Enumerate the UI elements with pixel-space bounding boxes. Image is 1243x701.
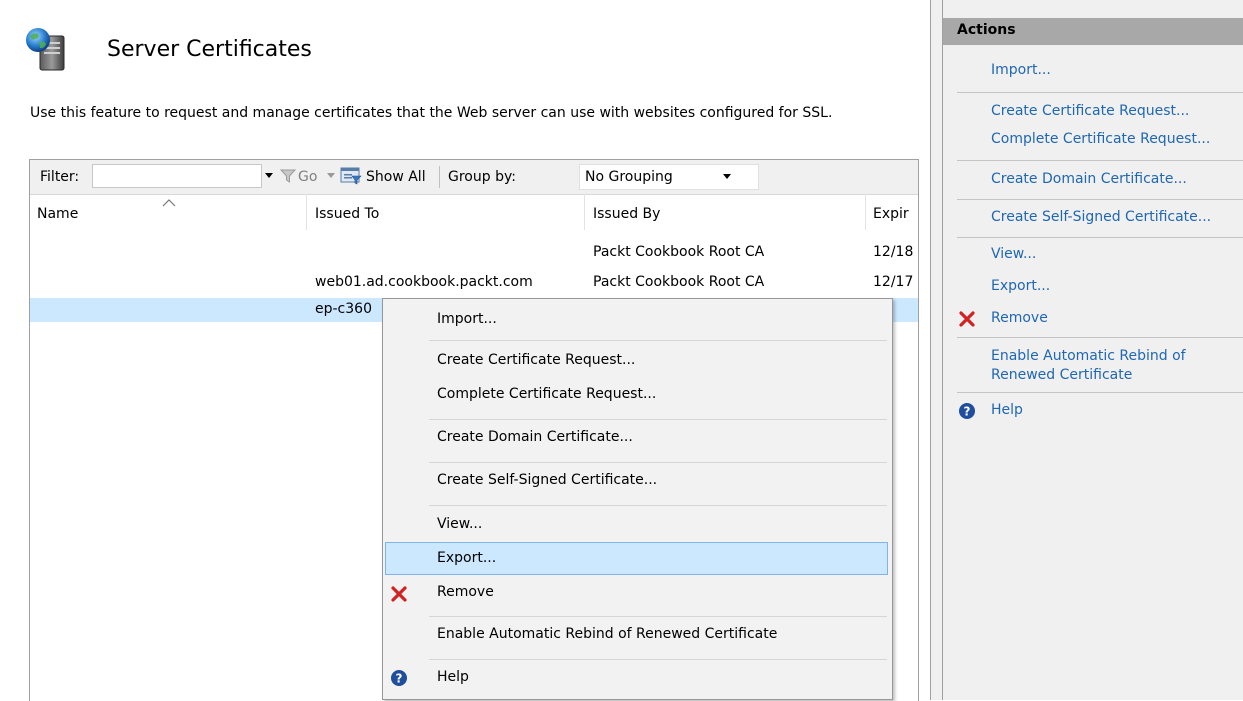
show-all-button[interactable]: Show All — [366, 169, 426, 185]
show-all-icon — [340, 167, 362, 189]
menu-item-export[interactable]: Export... — [437, 550, 496, 566]
filter-input[interactable] — [92, 164, 262, 188]
group-by-value: No Grouping — [585, 169, 673, 185]
menu-separator — [429, 505, 887, 506]
actions-header: Actions — [943, 18, 1243, 45]
column-separator[interactable] — [865, 194, 866, 230]
menu-separator — [429, 616, 887, 617]
column-separator[interactable] — [306, 194, 307, 230]
group-by-select[interactable]: No Grouping — [579, 164, 759, 190]
column-header-issued-to[interactable]: Issued To — [315, 206, 379, 222]
column-header-name[interactable]: Name — [37, 206, 78, 222]
svg-text:?: ? — [396, 672, 403, 686]
cell-issued-to: web01.ad.cookbook.packt.com — [315, 274, 533, 290]
column-separator[interactable] — [584, 194, 585, 230]
context-menu: Import... Create Certificate Request... … — [382, 298, 893, 700]
actions-separator — [957, 237, 1243, 238]
action-export[interactable]: Export... — [991, 278, 1050, 294]
actions-separator — [957, 337, 1243, 338]
remove-icon — [958, 310, 976, 328]
svg-text:?: ? — [964, 405, 971, 419]
action-complete-certificate-request[interactable]: Complete Certificate Request... — [991, 131, 1210, 147]
actions-separator — [957, 199, 1243, 200]
remove-icon — [390, 585, 408, 603]
action-view[interactable]: View... — [991, 246, 1036, 262]
action-help[interactable]: Help — [991, 402, 1023, 418]
action-create-certificate-request[interactable]: Create Certificate Request... — [991, 103, 1189, 119]
page-title: Server Certificates — [107, 37, 312, 62]
menu-item-complete-certificate-request[interactable]: Complete Certificate Request... — [437, 386, 656, 402]
action-enable-automatic-rebind[interactable]: Enable Automatic Rebind of Renewed Certi… — [991, 347, 1231, 385]
filter-label: Filter: — [40, 169, 80, 185]
actions-separator — [957, 160, 1243, 161]
cell-expiration: 12/17 — [873, 274, 914, 290]
toolbar-divider — [439, 166, 440, 188]
menu-separator — [429, 419, 887, 420]
help-icon: ? — [390, 669, 408, 687]
server-certificates-icon — [24, 26, 68, 72]
column-header-expiration[interactable]: Expir — [873, 206, 909, 222]
cell-issued-by: Packt Cookbook Root CA — [593, 274, 765, 290]
menu-separator — [429, 462, 887, 463]
cell-issued-by: Packt Cookbook Root CA — [593, 244, 765, 260]
menu-item-create-domain-certificate[interactable]: Create Domain Certificate... — [437, 429, 633, 445]
actions-separator — [957, 392, 1243, 393]
menu-item-import[interactable]: Import... — [437, 311, 497, 327]
menu-item-remove[interactable]: Remove — [437, 584, 494, 600]
cell-issued-to: ep-c360 — [315, 301, 372, 317]
menu-item-create-self-signed-certificate[interactable]: Create Self-Signed Certificate... — [437, 472, 657, 488]
actions-title: Actions — [957, 22, 1016, 38]
action-create-domain-certificate[interactable]: Create Domain Certificate... — [991, 171, 1187, 187]
page-description: Use this feature to request and manage c… — [30, 105, 833, 121]
go-dropdown-arrow-icon[interactable] — [326, 168, 336, 186]
filter-dropdown-arrow-icon[interactable] — [264, 168, 274, 186]
filter-toolbar: Filter: Go Show All Group by: No Groupin… — [30, 160, 918, 195]
actions-separator — [957, 92, 1243, 93]
actions-pane: Actions Import... Create Certificate Req… — [943, 0, 1243, 700]
menu-separator — [429, 340, 887, 341]
chevron-down-icon — [722, 169, 732, 187]
action-create-self-signed-certificate[interactable]: Create Self-Signed Certificate... — [991, 209, 1211, 225]
group-by-label: Group by: — [448, 169, 516, 185]
column-header-issued-by[interactable]: Issued By — [593, 206, 660, 222]
cell-expiration: 12/18 — [873, 244, 914, 260]
menu-separator — [429, 659, 887, 660]
pane-splitter[interactable] — [930, 0, 943, 700]
sort-ascending-icon — [162, 195, 176, 211]
action-import[interactable]: Import... — [991, 62, 1051, 78]
menu-item-view[interactable]: View... — [437, 516, 482, 532]
go-button[interactable]: Go — [298, 169, 317, 185]
menu-item-enable-automatic-rebind[interactable]: Enable Automatic Rebind of Renewed Certi… — [437, 626, 777, 642]
action-remove[interactable]: Remove — [991, 310, 1048, 326]
help-icon: ? — [958, 402, 976, 420]
go-funnel-icon — [279, 168, 297, 188]
menu-item-help[interactable]: Help — [437, 669, 469, 685]
menu-item-create-certificate-request[interactable]: Create Certificate Request... — [437, 352, 635, 368]
